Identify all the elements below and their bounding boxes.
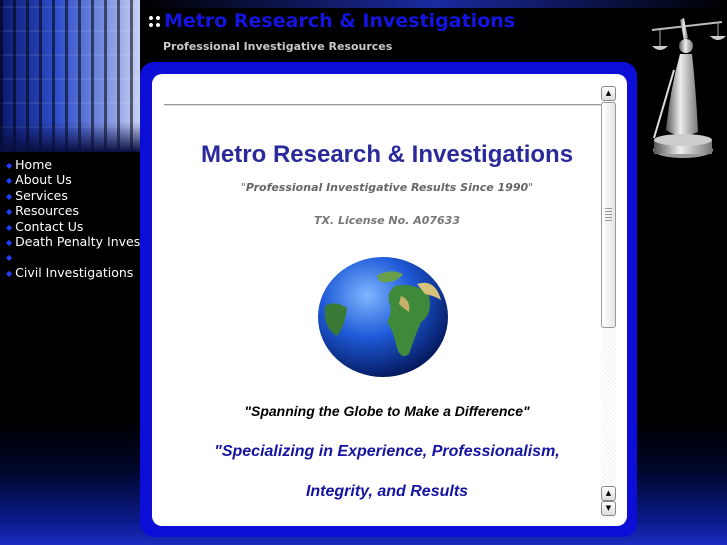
- side-nav: ◆ Home ◆ About Us ◆ Services ◆ Resources ◆ Co…: [6, 157, 150, 280]
- nav-item-label: Resources: [15, 203, 79, 219]
- nav-item-label: Civil Investigations: [15, 264, 134, 280]
- nav-item-label: Contact Us: [15, 218, 84, 234]
- slogan: "Spanning the Globe to Make a Difference…: [244, 403, 530, 419]
- nav-item-home[interactable]: ◆ Home: [6, 157, 146, 172]
- nav-item-civil-investigations[interactable]: ◆ Civil Investigations: [6, 265, 146, 280]
- bullet-icon: ◆: [6, 222, 13, 232]
- bullet-icon: ◆: [6, 268, 13, 278]
- bullet-icon: ◆: [6, 191, 13, 201]
- bullet-icon: ◆: [6, 161, 13, 170]
- nav-item-blank[interactable]: ◆: [6, 249, 146, 264]
- header-bar: [140, 0, 727, 8]
- nav-item-contact-us[interactable]: ◆ Contact Us: [6, 219, 146, 234]
- specialty-line-2: Integrity, and Results: [305, 483, 469, 500]
- nav-item-about-us[interactable]: ◆ About Us: [6, 172, 146, 187]
- nav-item-resources[interactable]: ◆ Resources: [6, 203, 146, 218]
- vertical-scrollbar[interactable]: ▲ ▲ ▼: [601, 86, 616, 518]
- content-panel: Metro Research & Investigations "Profess…: [152, 74, 627, 526]
- four-dot-icon: [148, 14, 162, 29]
- tagline-text: Professional Investigative Results Since…: [245, 181, 529, 194]
- nav-item-death-penalty[interactable]: ◆ Death Penalty Invest.: [6, 233, 150, 249]
- site-title: Metro Research & Investigations: [148, 10, 515, 32]
- specialty-line-1: "Specializing in Experience, Professiona…: [214, 443, 560, 460]
- bullet-icon: ◆: [6, 176, 13, 186]
- lady-justice-statue: [651, 18, 726, 158]
- nav-item-label: Death Penalty Invest.: [15, 233, 150, 249]
- scroll-up-icon[interactable]: ▲: [601, 86, 616, 101]
- nav-item-label: Home: [15, 157, 53, 172]
- bullet-icon: ◆: [6, 253, 13, 263]
- scroll-down-icon[interactable]: ▼: [601, 501, 616, 516]
- main-title: Metro Research & Investigations: [200, 141, 574, 168]
- globe-icon: [318, 257, 448, 377]
- nav-item-label: Services: [15, 187, 68, 203]
- scrollbar-thumb[interactable]: [601, 102, 616, 328]
- site-title-text: Metro Research & Investigations: [164, 10, 516, 32]
- tagline: "Professional Investigative Results Sinc…: [152, 181, 622, 194]
- site-subtitle: Professional Investigative Resources: [163, 40, 393, 53]
- license-number: TX. License No. A07633: [314, 214, 460, 227]
- bullet-icon: ◆: [6, 207, 13, 217]
- scroll-up-icon[interactable]: ▲: [601, 486, 616, 501]
- horizontal-rule: [164, 104, 602, 106]
- grip-icon: [605, 207, 612, 221]
- library-photo: [0, 0, 140, 152]
- nav-item-label: About Us: [15, 172, 72, 188]
- content-frame: Metro Research & Investigations "Profess…: [140, 62, 637, 537]
- nav-item-services[interactable]: ◆ Services: [6, 188, 146, 203]
- tagline-close-quote: ": [528, 181, 534, 194]
- bullet-icon: ◆: [6, 237, 13, 247]
